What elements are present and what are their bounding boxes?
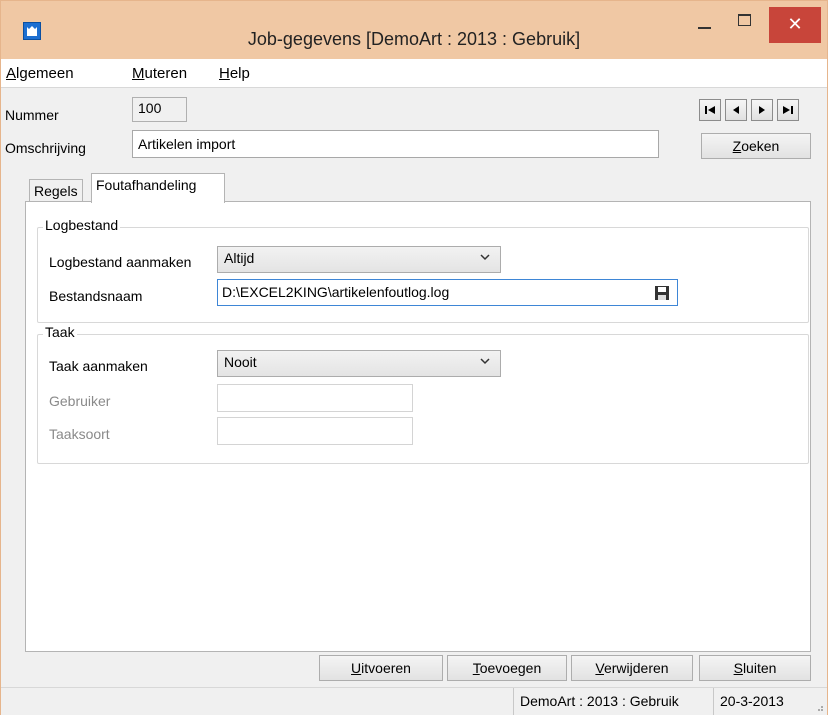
menu-help-label: Help	[219, 65, 250, 82]
nummer-label: Nummer	[5, 107, 59, 123]
verwijderen-label: Verwijderen	[595, 660, 669, 676]
bestandsnaam-field[interactable]: D:\EXCEL2KING\artikelenfoutlog.log	[217, 279, 678, 306]
chevron-down-icon	[480, 358, 490, 365]
taak-legend: Taak	[43, 324, 77, 340]
resize-grip-icon[interactable]	[814, 702, 824, 712]
menu-muteren[interactable]: Muteren	[132, 65, 187, 82]
gebruiker-field[interactable]	[217, 384, 413, 412]
logbestand-group	[37, 227, 809, 323]
uitvoeren-label: Uitvoeren	[351, 660, 411, 676]
nummer-field[interactable]: 100	[132, 97, 187, 122]
close-button[interactable]: ✕	[769, 7, 821, 43]
close-icon: ✕	[787, 14, 803, 34]
last-record-icon	[783, 106, 793, 114]
omschrijving-field[interactable]: Artikelen import	[132, 130, 659, 158]
first-record-icon	[705, 106, 715, 114]
toevoegen-label: Toevoegen	[472, 660, 542, 676]
prev-record-icon	[733, 106, 739, 114]
status-date: 20-3-2013	[713, 688, 813, 715]
taaksoort-field[interactable]	[217, 417, 413, 445]
minimize-button[interactable]	[687, 1, 723, 43]
maximize-button[interactable]	[723, 1, 765, 43]
status-context: DemoArt : 2013 : Gebruik	[513, 688, 713, 715]
zoeken-button[interactable]: Zoeken	[701, 133, 811, 159]
menu-help[interactable]: Help	[219, 65, 250, 82]
taak-aanmaken-value: Nooit	[224, 354, 257, 370]
chevron-down-icon	[480, 254, 490, 261]
omschrijving-label: Omschrijving	[5, 140, 86, 156]
menu-muteren-label: Muteren	[132, 65, 188, 82]
taak-aanmaken-select[interactable]: Nooit	[217, 350, 501, 377]
sluiten-label: Sluiten	[733, 660, 777, 676]
title-bar[interactable]: Job-gegevens [DemoArt : 2013 : Gebruik] …	[1, 1, 827, 59]
job-gegevens-window: Job-gegevens [DemoArt : 2013 : Gebruik] …	[0, 0, 828, 715]
logbestand-legend: Logbestand	[43, 217, 121, 233]
nav-next-button[interactable]	[751, 99, 773, 121]
next-record-icon	[759, 106, 765, 114]
save-file-icon[interactable]	[654, 285, 670, 301]
menu-bar: Algemeen Muteren Help	[1, 59, 827, 88]
uitvoeren-button[interactable]: Uitvoeren	[319, 655, 443, 681]
nav-last-button[interactable]	[777, 99, 799, 121]
menu-algemeen-label: Algemeen	[6, 65, 74, 82]
nav-prev-button[interactable]	[725, 99, 747, 121]
toevoegen-button[interactable]: Toevoegen	[447, 655, 567, 681]
menu-algemeen[interactable]: Algemeen	[6, 65, 74, 82]
zoeken-label: Zoeken	[732, 138, 780, 154]
tab-foutafhandeling[interactable]: Foutafhandeling	[91, 173, 225, 203]
taaksoort-label: Taaksoort	[49, 426, 110, 442]
logbestand-aanmaken-select[interactable]: Altijd	[217, 246, 501, 273]
bestandsnaam-label: Bestandsnaam	[49, 288, 143, 304]
status-bar: DemoArt : 2013 : Gebruik 20-3-2013	[1, 687, 827, 715]
bestandsnaam-value: D:\EXCEL2KING\artikelenfoutlog.log	[222, 284, 450, 300]
verwijderen-button[interactable]: Verwijderen	[571, 655, 693, 681]
tab-regels[interactable]: Regels	[29, 179, 83, 201]
gebruiker-label: Gebruiker	[49, 393, 111, 409]
logbestand-aanmaken-label: Logbestand aanmaken	[49, 254, 192, 270]
sluiten-button[interactable]: Sluiten	[699, 655, 811, 681]
taak-aanmaken-label: Taak aanmaken	[49, 358, 148, 374]
nav-first-button[interactable]	[699, 99, 721, 121]
logbestand-aanmaken-value: Altijd	[224, 250, 255, 266]
